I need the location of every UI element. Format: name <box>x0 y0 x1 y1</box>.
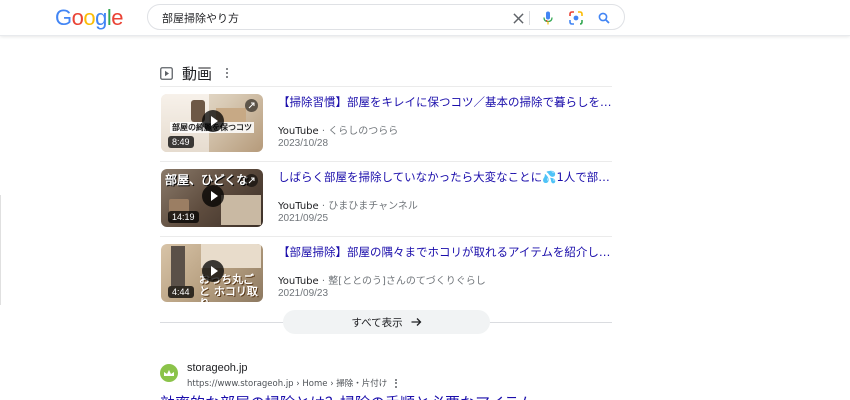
video-source: YouTube · くらしのつらら <box>278 126 399 137</box>
logo-letter: g <box>95 5 107 30</box>
videos-header: 動画 <box>160 62 232 84</box>
site-url[interactable]: https://www.storageoh.jp › Home › 掃除・片付け <box>187 377 398 389</box>
video-duration: 8:49 <box>168 136 194 148</box>
divider <box>160 236 612 237</box>
play-icon <box>202 260 224 282</box>
video-source: YouTube · 整[ととのう]さんのてづくりぐらし <box>278 276 486 287</box>
video-date: 2021/09/25 <box>278 213 329 224</box>
video-thumbnail[interactable]: 部屋、ひどくな 14:19 <box>161 169 263 227</box>
video-thumbnail[interactable]: 部屋の綺麗を保つコツ 8:49 <box>161 94 263 152</box>
logo-letter: e <box>111 5 124 30</box>
close-icon[interactable] <box>509 9 527 27</box>
search-box <box>147 4 625 30</box>
more-options-icon[interactable] <box>395 378 398 388</box>
logo-letter: o <box>83 5 96 30</box>
divider <box>160 86 612 87</box>
video-duration: 14:19 <box>168 211 199 223</box>
video-channel: くらしのつらら <box>328 126 399 137</box>
video-duration: 4:44 <box>168 286 194 298</box>
external-link-icon <box>245 99 258 112</box>
show-all-button[interactable]: すべて表示 <box>283 310 490 334</box>
video-title-link[interactable]: 【部屋掃除】部屋の隅々までホコリが取れるアイテムを紹介します <box>278 244 612 260</box>
video-title-link[interactable]: 【掃除習慣】部屋をキレイに保つコツ／基本の掃除で暮らしを整… <box>278 94 612 110</box>
google-logo[interactable]: Google <box>55 5 124 31</box>
divider <box>160 161 612 162</box>
site-url-text: https://www.storageoh.jp › Home › 掃除・片付け <box>187 379 388 389</box>
video-date: 2021/09/23 <box>278 288 329 299</box>
play-icon <box>202 110 224 132</box>
play-icon <box>202 185 224 207</box>
search-input[interactable] <box>162 10 502 26</box>
logo-letter: G <box>55 5 72 30</box>
video-source: YouTube · ひまひまチャンネル <box>278 201 418 212</box>
arrow-right-icon <box>411 318 422 326</box>
video-platform: YouTube <box>278 276 319 287</box>
video-title-link[interactable]: しばらく部屋を掃除していなかったら大変なことに💦1人で部屋… <box>278 169 612 185</box>
video-thumbnail[interactable]: おっち丸ごと ホコリ取り 4:44 <box>161 244 263 302</box>
header: Google <box>0 0 850 36</box>
video-channel: ひまひまチャンネル <box>328 201 418 212</box>
video-play-icon <box>160 66 173 80</box>
external-link-icon <box>245 174 258 187</box>
video-item[interactable]: おっち丸ごと ホコリ取り 4:44 【部屋掃除】部屋の隅々までホコリが取れるアイ… <box>160 244 612 304</box>
search-icon[interactable] <box>595 9 613 27</box>
search-divider <box>529 11 530 25</box>
window-edge <box>0 195 1 305</box>
microphone-icon[interactable] <box>539 9 557 27</box>
show-all-label: すべて表示 <box>351 316 403 329</box>
site-favicon <box>160 364 178 382</box>
video-item[interactable]: 部屋、ひどくな 14:19 しばらく部屋を掃除していなかったら大変なことに💦1人… <box>160 169 612 229</box>
video-date: 2023/10/28 <box>278 138 329 149</box>
video-platform: YouTube <box>278 126 319 137</box>
video-platform: YouTube <box>278 201 319 212</box>
result-title-link[interactable]: 効率的な部屋の掃除とは？掃除の手順と必要なアイテム <box>160 392 534 400</box>
video-channel: 整[ととのう]さんのてづくりぐらし <box>328 276 486 287</box>
site-name[interactable]: storageoh.jp <box>187 362 248 374</box>
google-lens-icon[interactable] <box>567 9 585 27</box>
video-item[interactable]: 部屋の綺麗を保つコツ 8:49 【掃除習慣】部屋をキレイに保つコツ／基本の掃除で… <box>160 94 612 154</box>
logo-letter: o <box>71 5 84 30</box>
videos-heading: 動画 <box>182 64 213 83</box>
more-options-icon[interactable] <box>222 66 232 80</box>
